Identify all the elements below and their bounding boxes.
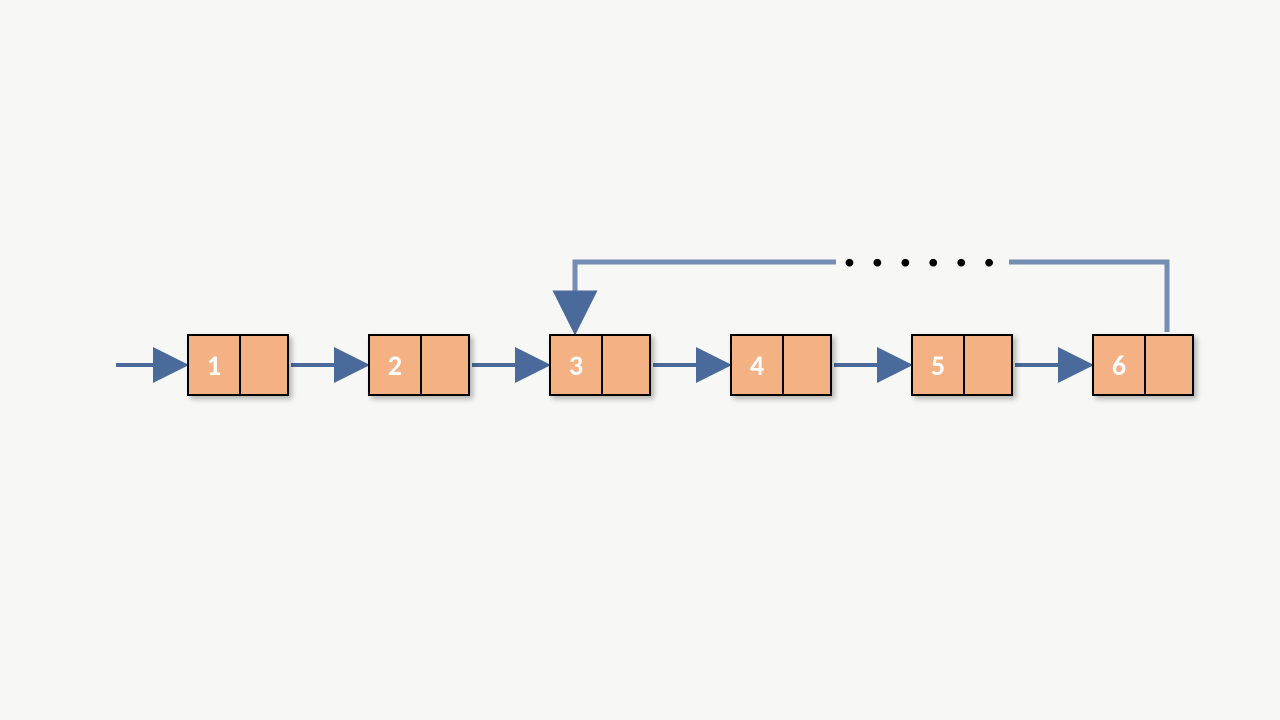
node-1-value: 1 <box>189 336 239 394</box>
node-divider <box>782 336 784 394</box>
node-divider <box>420 336 422 394</box>
node-3: 3 <box>549 334 651 396</box>
node-6: 6 <box>1092 334 1194 396</box>
node-5-value: 5 <box>913 336 963 394</box>
node-divider <box>963 336 965 394</box>
node-divider <box>601 336 603 394</box>
node-5: 5 <box>911 334 1013 396</box>
node-4-value: 4 <box>732 336 782 394</box>
node-divider <box>239 336 241 394</box>
node-6-value: 6 <box>1094 336 1144 394</box>
node-3-value: 3 <box>551 336 601 394</box>
node-1: 1 <box>187 334 289 396</box>
node-2-value: 2 <box>370 336 420 394</box>
node-4: 4 <box>730 334 832 396</box>
ellipsis-icon: • • • • • • <box>836 257 1009 267</box>
diagram-stage: • • • • • • 1 2 3 4 5 6 <box>0 0 1280 720</box>
node-2: 2 <box>368 334 470 396</box>
node-divider <box>1144 336 1146 394</box>
